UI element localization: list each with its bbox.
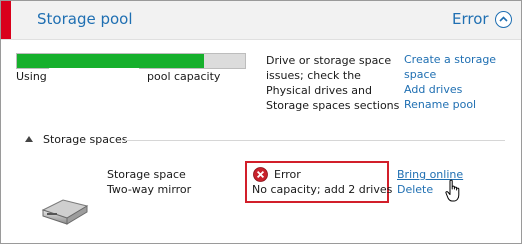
storage-space-name: Storage space [107,168,186,181]
using-label: Using [16,70,47,83]
delete-link[interactable]: Delete [397,183,433,196]
capacity-bar-fill [17,54,204,68]
pool-status: Error [452,10,489,28]
disk-drive-icon [41,199,89,225]
issue-message: Drive or storage space issues; check the… [266,54,400,112]
pool-header[interactable]: Storage pool Error [1,1,521,40]
storage-pool-panel: Storage pool Error Using pool capacity D… [0,0,522,244]
error-icon [253,167,268,182]
create-storage-space-link[interactable]: Create a storage [404,53,496,66]
section-divider [125,140,505,141]
pool-title: Storage pool [37,10,133,28]
hand-cursor-icon [445,179,460,202]
storage-spaces-header: Storage spaces [43,133,128,146]
redacted-capacity-value [49,68,139,84]
chevron-up-icon [499,16,508,22]
space-status-title: Error [274,168,301,181]
blank-area [105,198,211,242]
create-storage-space-link-cont[interactable]: space [404,68,436,81]
pool-capacity-label: pool capacity [147,70,221,83]
space-status-box: Error No capacity; add 2 drives [245,161,393,203]
storage-space-type: Two-way mirror [107,183,192,196]
capacity-bar [16,53,246,69]
rename-pool-link[interactable]: Rename pool [404,98,476,111]
collapse-button[interactable] [495,11,512,28]
alert-indicator [1,1,11,39]
space-status-detail: No capacity; add 2 drives [252,183,393,196]
collapse-triangle-icon [25,136,33,142]
add-drives-link[interactable]: Add drives [404,83,462,96]
